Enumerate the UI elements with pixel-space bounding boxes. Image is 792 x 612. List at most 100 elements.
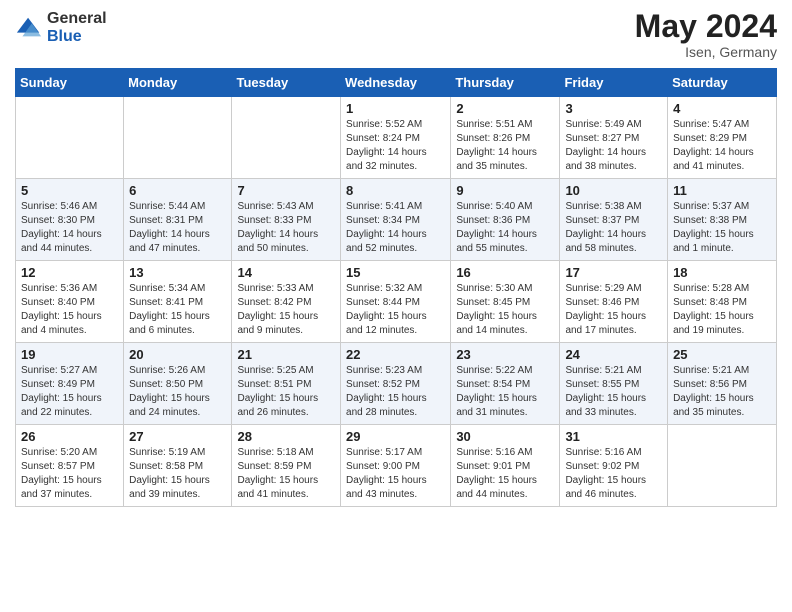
daylight-text: Daylight: 14 hours and 52 minutes. bbox=[346, 228, 445, 256]
day-number: 19 bbox=[21, 347, 118, 362]
sunset-text: Sunset: 9:01 PM bbox=[456, 460, 554, 474]
calendar-week-row: 5Sunrise: 5:46 AMSunset: 8:30 PMDaylight… bbox=[16, 179, 777, 261]
table-row: 23Sunrise: 5:22 AMSunset: 8:54 PMDayligh… bbox=[451, 343, 560, 425]
sunrise-text: Sunrise: 5:33 AM bbox=[237, 282, 335, 296]
day-info: Sunrise: 5:16 AMSunset: 9:02 PMDaylight:… bbox=[565, 446, 662, 502]
sunrise-text: Sunrise: 5:23 AM bbox=[346, 364, 445, 378]
sunset-text: Sunset: 8:51 PM bbox=[237, 378, 335, 392]
table-row: 25 Sunrise: 5:21 AMSunset: 8:56 PMDayligh… bbox=[668, 343, 777, 425]
daylight-text: Daylight: 15 hours and 4 minutes. bbox=[21, 310, 118, 338]
sunrise-text: Sunrise: 5:34 AM bbox=[129, 282, 226, 296]
table-row: 24Sunrise: 5:21 AMSunset: 8:55 PMDayligh… bbox=[560, 343, 668, 425]
table-row: 8Sunrise: 5:41 AMSunset: 8:34 PMDaylight… bbox=[341, 179, 451, 261]
title-block: May 2024 Isen, Germany bbox=[635, 10, 777, 60]
sunset-text: Sunset: 8:41 PM bbox=[129, 296, 226, 310]
daylight-text: Daylight: 15 hours and 1 minute. bbox=[673, 228, 771, 256]
calendar-page: General Blue May 2024 Isen, Germany Sund… bbox=[0, 0, 792, 612]
day-number: 9 bbox=[456, 183, 554, 198]
sunrise-text: Sunrise: 5:32 AM bbox=[346, 282, 445, 296]
table-row: 16Sunrise: 5:30 AMSunset: 8:45 PMDayligh… bbox=[451, 261, 560, 343]
table-row: 20Sunrise: 5:26 AMSunset: 8:50 PMDayligh… bbox=[124, 343, 232, 425]
sunrise-text: Sunrise: 5:44 AM bbox=[129, 200, 226, 214]
daylight-text: Daylight: 14 hours and 47 minutes. bbox=[129, 228, 226, 256]
day-info: Sunrise: 5:25 AMSunset: 8:51 PMDaylight:… bbox=[237, 364, 335, 420]
sunrise-text: Sunrise: 5:16 AM bbox=[565, 446, 662, 460]
logo-icon bbox=[15, 14, 43, 42]
sunset-text: Sunset: 8:24 PM bbox=[346, 132, 445, 146]
table-row bbox=[16, 97, 124, 179]
day-info: Sunrise: 5:37 AMSunset: 8:38 PMDaylight:… bbox=[673, 200, 771, 256]
calendar-week-row: 12Sunrise: 5:36 AMSunset: 8:40 PMDayligh… bbox=[16, 261, 777, 343]
sunset-text: Sunset: 8:26 PM bbox=[456, 132, 554, 146]
sunset-text: Sunset: 8:29 PM bbox=[673, 132, 771, 146]
sunrise-text: Sunrise: 5:51 AM bbox=[456, 118, 554, 132]
sunrise-text: Sunrise: 5:47 AM bbox=[673, 118, 771, 132]
day-info: Sunrise: 5:29 AMSunset: 8:46 PMDaylight:… bbox=[565, 282, 662, 338]
col-wednesday: Wednesday bbox=[341, 69, 451, 97]
day-number: 21 bbox=[237, 347, 335, 362]
logo-blue: Blue bbox=[47, 28, 82, 45]
daylight-text: Daylight: 15 hours and 33 minutes. bbox=[565, 392, 662, 420]
table-row: 2Sunrise: 5:51 AMSunset: 8:26 PMDaylight… bbox=[451, 97, 560, 179]
day-info: Sunrise: 5:26 AMSunset: 8:50 PMDaylight:… bbox=[129, 364, 226, 420]
daylight-text: Daylight: 15 hours and 9 minutes. bbox=[237, 310, 335, 338]
col-monday: Monday bbox=[124, 69, 232, 97]
sunset-text: Sunset: 8:30 PM bbox=[21, 214, 118, 228]
daylight-text: Daylight: 15 hours and 39 minutes. bbox=[129, 474, 226, 502]
day-number: 25 bbox=[673, 347, 771, 362]
sunrise-text: Sunrise: 5:22 AM bbox=[456, 364, 554, 378]
daylight-text: Daylight: 15 hours and 35 minutes. bbox=[673, 392, 771, 420]
sunset-text: Sunset: 8:38 PM bbox=[673, 214, 771, 228]
calendar-week-row: 26Sunrise: 5:20 AMSunset: 8:57 PMDayligh… bbox=[16, 425, 777, 507]
sunrise-text: Sunrise: 5:21 AM bbox=[565, 364, 662, 378]
day-number: 3 bbox=[565, 101, 662, 116]
day-info: Sunrise: 5:47 AMSunset: 8:29 PMDaylight:… bbox=[673, 118, 771, 174]
day-info: Sunrise: 5:19 AMSunset: 8:58 PMDaylight:… bbox=[129, 446, 226, 502]
daylight-text: Daylight: 14 hours and 32 minutes. bbox=[346, 146, 445, 174]
day-number: 6 bbox=[129, 183, 226, 198]
table-row: 6Sunrise: 5:44 AMSunset: 8:31 PMDaylight… bbox=[124, 179, 232, 261]
sunset-text: Sunset: 8:40 PM bbox=[21, 296, 118, 310]
sunset-text: Sunset: 8:44 PM bbox=[346, 296, 445, 310]
logo: General Blue bbox=[15, 10, 107, 45]
sunrise-text: Sunrise: 5:18 AM bbox=[237, 446, 335, 460]
day-number: 17 bbox=[565, 265, 662, 280]
daylight-text: Daylight: 15 hours and 28 minutes. bbox=[346, 392, 445, 420]
daylight-text: Daylight: 15 hours and 24 minutes. bbox=[129, 392, 226, 420]
day-info: Sunrise: 5:52 AMSunset: 8:24 PMDaylight:… bbox=[346, 118, 445, 174]
day-number: 1 bbox=[346, 101, 445, 116]
sunset-text: Sunset: 8:56 PM bbox=[673, 378, 771, 392]
daylight-text: Daylight: 14 hours and 38 minutes. bbox=[565, 146, 662, 174]
day-info: Sunrise: 5:36 AMSunset: 8:40 PMDaylight:… bbox=[21, 282, 118, 338]
sunset-text: Sunset: 8:46 PM bbox=[565, 296, 662, 310]
sunrise-text: Sunrise: 5:20 AM bbox=[21, 446, 118, 460]
sunset-text: Sunset: 8:57 PM bbox=[21, 460, 118, 474]
day-info: Sunrise: 5:51 AMSunset: 8:26 PMDaylight:… bbox=[456, 118, 554, 174]
daylight-text: Daylight: 15 hours and 31 minutes. bbox=[456, 392, 554, 420]
col-sunday: Sunday bbox=[16, 69, 124, 97]
sunrise-text: Sunrise: 5:46 AM bbox=[21, 200, 118, 214]
sunrise-text: Sunrise: 5:25 AM bbox=[237, 364, 335, 378]
table-row: 26Sunrise: 5:20 AMSunset: 8:57 PMDayligh… bbox=[16, 425, 124, 507]
sunrise-text: Sunrise: 5:19 AM bbox=[129, 446, 226, 460]
table-row: 22Sunrise: 5:23 AMSunset: 8:52 PMDayligh… bbox=[341, 343, 451, 425]
day-number: 10 bbox=[565, 183, 662, 198]
day-number: 29 bbox=[346, 429, 445, 444]
table-row: 17 Sunrise: 5:29 AMSunset: 8:46 PMDayligh… bbox=[560, 261, 668, 343]
daylight-text: Daylight: 15 hours and 37 minutes. bbox=[21, 474, 118, 502]
day-info: Sunrise: 5:46 AMSunset: 8:30 PMDaylight:… bbox=[21, 200, 118, 256]
table-row: 18Sunrise: 5:28 AMSunset: 8:48 PMDayligh… bbox=[668, 261, 777, 343]
day-number: 4 bbox=[673, 101, 771, 116]
table-row: 13Sunrise: 5:34 AMSunset: 8:41 PMDayligh… bbox=[124, 261, 232, 343]
day-number: 13 bbox=[129, 265, 226, 280]
table-row: 30Sunrise: 5:16 AMSunset: 9:01 PMDayligh… bbox=[451, 425, 560, 507]
day-info: Sunrise: 5:41 AMSunset: 8:34 PMDaylight:… bbox=[346, 200, 445, 256]
sunset-text: Sunset: 8:58 PM bbox=[129, 460, 226, 474]
table-row: 9Sunrise: 5:40 AMSunset: 8:36 PMDaylight… bbox=[451, 179, 560, 261]
day-info: Sunrise: 5:21 AMSunset: 8:56 PMDaylight:… bbox=[673, 364, 771, 420]
sunrise-text: Sunrise: 5:29 AM bbox=[565, 282, 662, 296]
table-row: 28Sunrise: 5:18 AMSunset: 8:59 PMDayligh… bbox=[232, 425, 341, 507]
day-number: 12 bbox=[21, 265, 118, 280]
sunrise-text: Sunrise: 5:36 AM bbox=[21, 282, 118, 296]
sunset-text: Sunset: 8:48 PM bbox=[673, 296, 771, 310]
